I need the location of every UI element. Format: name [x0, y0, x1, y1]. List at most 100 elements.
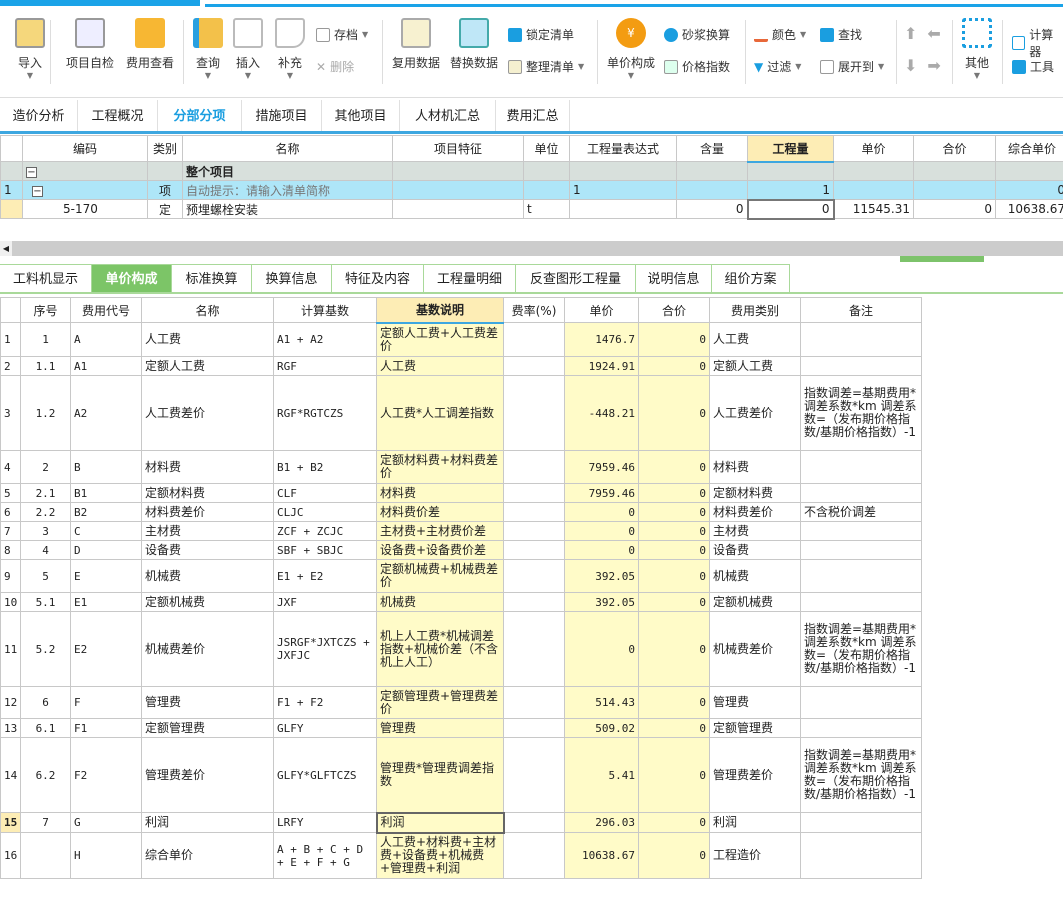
- cell[interactable]: 2.1: [20, 483, 71, 503]
- detail-tab-5[interactable]: 工程量明细: [424, 264, 516, 292]
- cell[interactable]: 0: [638, 540, 710, 560]
- cell[interactable]: [800, 832, 922, 879]
- cell[interactable]: [503, 611, 565, 687]
- cell[interactable]: [800, 450, 922, 484]
- detail-tab-0[interactable]: 工料机显示: [0, 264, 92, 292]
- cell[interactable]: −: [22, 180, 148, 200]
- cell[interactable]: 指数调差=基期费用*调差系数*km 调差系数=（发布期价格指数/基期价格指数）-…: [800, 737, 922, 813]
- cell[interactable]: 定额管理费: [141, 718, 274, 738]
- cell[interactable]: 设备费: [141, 540, 274, 560]
- cell[interactable]: 设备费+设备费价差: [376, 540, 504, 560]
- cell[interactable]: 机械费差价: [709, 611, 801, 687]
- cell[interactable]: [503, 832, 565, 879]
- cell[interactable]: 定额机械费+机械费差价: [376, 559, 504, 593]
- cell[interactable]: 6.2: [20, 737, 71, 813]
- cell[interactable]: 0: [638, 718, 710, 738]
- cell[interactable]: 0: [564, 611, 639, 687]
- cell[interactable]: 0: [638, 812, 710, 833]
- column-header[interactable]: 项目特征: [392, 135, 524, 162]
- column-header[interactable]: 名称: [182, 135, 393, 162]
- cell[interactable]: CLF: [273, 483, 377, 503]
- tools-button[interactable]: 工具: [1012, 58, 1054, 75]
- detail-tab-8[interactable]: 组价方案: [712, 264, 790, 292]
- cell[interactable]: 514.43: [564, 686, 639, 719]
- cell[interactable]: 0: [638, 521, 710, 541]
- import-button[interactable]: 导入 ▼: [8, 18, 52, 80]
- cell[interactable]: 材料费差价: [709, 502, 801, 522]
- cell[interactable]: 定额人工费+人工费差价: [376, 322, 504, 357]
- cell[interactable]: [800, 718, 922, 738]
- cell[interactable]: 12: [0, 686, 21, 719]
- column-header[interactable]: 类别: [147, 135, 183, 162]
- archive-button[interactable]: 存档 ▼: [316, 26, 368, 43]
- cell[interactable]: 机上人工费*机械调差指数+机械价差（不含机上人工）: [376, 611, 504, 687]
- cell[interactable]: 0: [564, 502, 639, 522]
- cell[interactable]: 定额材料费: [141, 483, 274, 503]
- cell[interactable]: 1: [747, 180, 834, 200]
- cell[interactable]: 5.2: [20, 611, 71, 687]
- cell[interactable]: 2: [20, 450, 71, 484]
- cell[interactable]: F2: [70, 737, 142, 813]
- table-row[interactable]: 1−项自动提示：请输入清单简称110: [0, 180, 1063, 200]
- cell[interactable]: [503, 686, 565, 719]
- cell[interactable]: A: [70, 322, 142, 357]
- cell[interactable]: 5: [20, 559, 71, 593]
- cell[interactable]: 2: [0, 356, 21, 376]
- cell[interactable]: 整个项目: [182, 161, 393, 181]
- cell[interactable]: 6: [20, 686, 71, 719]
- cell[interactable]: [147, 161, 183, 181]
- cell[interactable]: 指数调差=基期费用*调差系数*km 调差系数=（发布期价格指数/基期价格指数）-…: [800, 611, 922, 687]
- cell[interactable]: 管理费差价: [141, 737, 274, 813]
- tab-6[interactable]: 费用汇总: [496, 100, 570, 131]
- cell[interactable]: [676, 161, 748, 181]
- scroll-left-icon[interactable]: ◀: [0, 241, 12, 256]
- cell[interactable]: [503, 502, 565, 522]
- cell[interactable]: 机械费差价: [141, 611, 274, 687]
- cell[interactable]: F1 + F2: [273, 686, 377, 719]
- cell[interactable]: 5: [0, 483, 21, 503]
- cell[interactable]: 0: [638, 832, 710, 879]
- cell[interactable]: 管理费*管理费调差指数: [376, 737, 504, 813]
- cell[interactable]: 7959.46: [564, 450, 639, 484]
- cell[interactable]: 392.05: [564, 559, 639, 593]
- cell[interactable]: 10: [0, 592, 21, 612]
- cell[interactable]: 0: [564, 521, 639, 541]
- cell[interactable]: −: [22, 161, 148, 181]
- cell[interactable]: 0: [995, 180, 1063, 200]
- cell[interactable]: RGF: [273, 356, 377, 376]
- detail-tab-3[interactable]: 换算信息: [252, 264, 332, 292]
- cell[interactable]: [392, 199, 524, 219]
- cell[interactable]: 主材费: [141, 521, 274, 541]
- cell[interactable]: 1476.7: [564, 322, 639, 357]
- cell[interactable]: [676, 180, 748, 200]
- cell[interactable]: 14: [0, 737, 21, 813]
- filter-button[interactable]: ▼ 过滤 ▼: [754, 58, 801, 75]
- tab-5[interactable]: 人材机汇总: [400, 100, 496, 131]
- cell[interactable]: [569, 161, 677, 181]
- cell[interactable]: 人工费*人工调差指数: [376, 375, 504, 451]
- cell[interactable]: E: [70, 559, 142, 593]
- cell[interactable]: 0: [638, 592, 710, 612]
- cell[interactable]: [800, 559, 922, 593]
- cell[interactable]: 5.1: [20, 592, 71, 612]
- cell[interactable]: 3: [0, 375, 21, 451]
- cell[interactable]: JXF: [273, 592, 377, 612]
- unit-price-composition-button[interactable]: ¥ 单价构成 ▼: [604, 18, 658, 80]
- cell[interactable]: 人工费差价: [141, 375, 274, 451]
- cell[interactable]: 11: [0, 611, 21, 687]
- cell[interactable]: E2: [70, 611, 142, 687]
- table-row[interactable]: 6 2.2 B2 材料费差价 CLJC 材料费价差 0 0 材料费差价 不含税价调差: [0, 502, 922, 522]
- splitter-handle[interactable]: [900, 256, 984, 262]
- cell[interactable]: [800, 356, 922, 376]
- cell[interactable]: 定额管理费: [709, 718, 801, 738]
- table-row[interactable]: 5-170 定预埋螺栓安装 t 0 0 11545.31 0 10638.67: [0, 198, 1063, 220]
- project-check-button[interactable]: 项目自检: [60, 18, 120, 71]
- cell[interactable]: 项: [147, 180, 183, 200]
- cell[interactable]: E1: [70, 592, 142, 612]
- cell[interactable]: 1: [20, 322, 71, 357]
- cell[interactable]: 1: [569, 180, 677, 200]
- cell[interactable]: H: [70, 832, 142, 879]
- column-header[interactable]: [0, 135, 23, 162]
- horizontal-scrollbar[interactable]: ◀: [0, 241, 1063, 256]
- detail-tab-1[interactable]: 单价构成: [92, 264, 172, 292]
